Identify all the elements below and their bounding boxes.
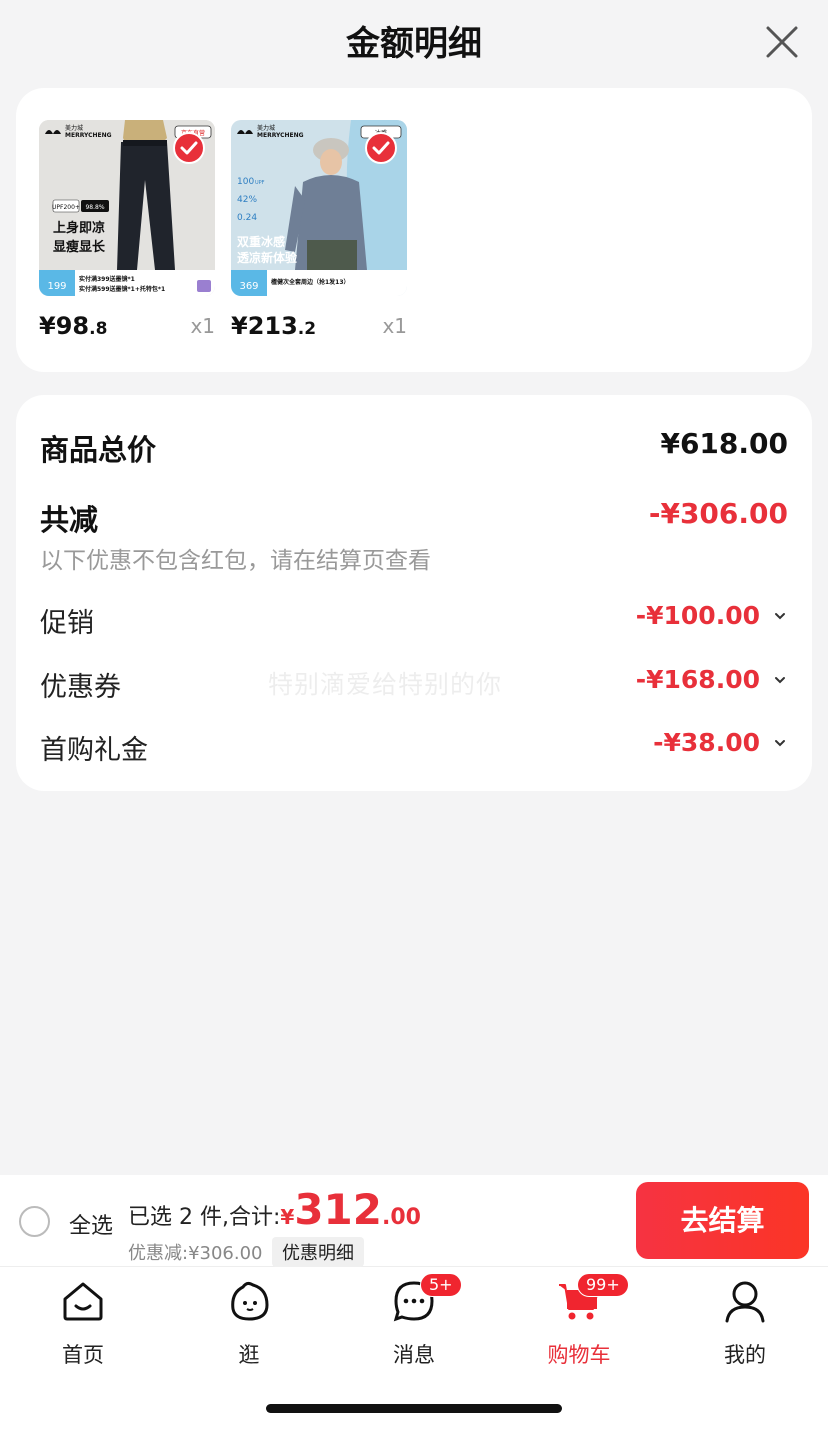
product-quantity: x1 [190,314,215,338]
product-price: ¥98.8 [39,312,108,340]
promo-price: 199 [47,281,66,292]
watermark-text: 特别滴爱给特别的你 [268,670,503,699]
page-title: 金额明细 [346,24,482,64]
discount-note: 以下优惠不包含红包，请在结算页查看 [40,548,431,574]
total-price-value: ¥618.00 [660,427,788,460]
cart-badge: 99+ [577,1273,629,1297]
checkout-button[interactable]: 去结算 [636,1182,809,1259]
brand-en: MERRYCHENG [65,132,112,139]
tab-home[interactable]: 首页 [33,1279,133,1369]
svg-text:100: 100 [237,177,254,187]
explore-face-icon [231,1281,269,1321]
svg-text:美力城: 美力城 [257,124,275,132]
svg-text:UPF200+: UPF200+ [52,204,80,211]
total-reduce-value: -¥306.00 [648,497,788,530]
promotion-row[interactable]: 促销 -¥100.00 [40,601,788,641]
total-price-label: 商品总价 [40,433,157,467]
select-all-label[interactable]: 全选 [69,1208,113,1240]
profile-icon [725,1281,765,1323]
bottom-tab-bar: 首页 逛 5+ 消息 99+ 购物车 我的 [0,1267,828,1429]
svg-text:双重冰感: 双重冰感 [237,234,285,249]
chevron-down-icon[interactable] [772,738,788,748]
tab-messages[interactable]: 5+ 消息 [364,1273,464,1369]
tab-explore[interactable]: 逛 [199,1279,299,1369]
coupon-value: -¥168.00 [635,665,760,694]
total-reduce-label: 共减 [40,503,99,537]
tab-cart[interactable]: 99+ 购物车 [529,1273,629,1369]
product-slogan: 上身即凉 [53,220,105,236]
svg-text:檀健次全套周边（抢1发13）: 檀健次全套周边（抢1发13） [271,278,350,286]
brand-cn: 美力城 [65,124,83,132]
close-icon[interactable] [764,24,800,60]
selected-total: 已选 2 件,合计:¥312.00 [128,1185,421,1234]
svg-text:0.24: 0.24 [237,213,257,223]
message-badge: 5+ [420,1273,462,1297]
price-summary-card: 商品总价 ¥618.00 共减 -¥306.00 以下优惠不包含红包，请在结算页… [16,395,812,791]
checkout-bar: 全选 已选 2 件,合计:¥312.00 优惠减:¥306.00 优惠明细 去结… [0,1175,828,1267]
home-icon [63,1282,103,1321]
tab-profile[interactable]: 我的 [695,1279,795,1369]
discount-amount: 优惠减:¥306.00 [128,1243,263,1264]
svg-text:显瘦显长: 显瘦显长 [53,239,106,255]
svg-text:实付满599送墨镜*1+托特包*1: 实付满599送墨镜*1+托特包*1 [79,285,165,293]
total-reduce-row: 共减 -¥306.00 [40,497,788,537]
svg-text:98.8%: 98.8% [85,204,104,211]
selected-check-icon[interactable] [173,132,205,164]
product-item[interactable]: 美力城 MERRYCHENG 冰感 100 UPF 42% 0.24 双重冰感 … [231,120,407,342]
promotion-label: 促销 [40,608,94,639]
discount-detail-button[interactable]: 优惠明细 [272,1237,364,1267]
product-quantity: x1 [382,314,407,338]
modal-header: 金额明细 [0,0,828,84]
svg-text:369: 369 [239,281,258,292]
product-item[interactable]: 美力城 MERRYCHENG 京东直营 UPF200+ 98.8% 上身即凉 显… [39,120,215,342]
total-price-row: 商品总价 ¥618.00 [40,427,788,467]
selected-check-icon[interactable] [365,132,397,164]
select-all-radio[interactable] [19,1206,50,1237]
chevron-down-icon[interactable] [772,611,788,621]
products-card: 美力城 MERRYCHENG 京东直营 UPF200+ 98.8% 上身即凉 显… [16,88,812,372]
first-purchase-label: 首购礼金 [40,735,148,766]
promotion-value: -¥100.00 [635,601,760,630]
svg-text:MERRYCHENG: MERRYCHENG [257,132,304,139]
svg-text:透凉新体验: 透凉新体验 [237,250,298,265]
svg-text:实付满399送墨镜*1: 实付满399送墨镜*1 [79,275,135,283]
chevron-down-icon[interactable] [772,675,788,685]
svg-text:42%: 42% [237,195,257,205]
first-purchase-value: -¥38.00 [653,728,760,757]
home-indicator [266,1404,562,1413]
svg-text:UPF: UPF [255,180,265,186]
product-price: ¥213.2 [231,312,317,340]
coupon-label: 优惠券 [40,672,121,703]
first-purchase-row[interactable]: 首购礼金 -¥38.00 [40,728,788,768]
